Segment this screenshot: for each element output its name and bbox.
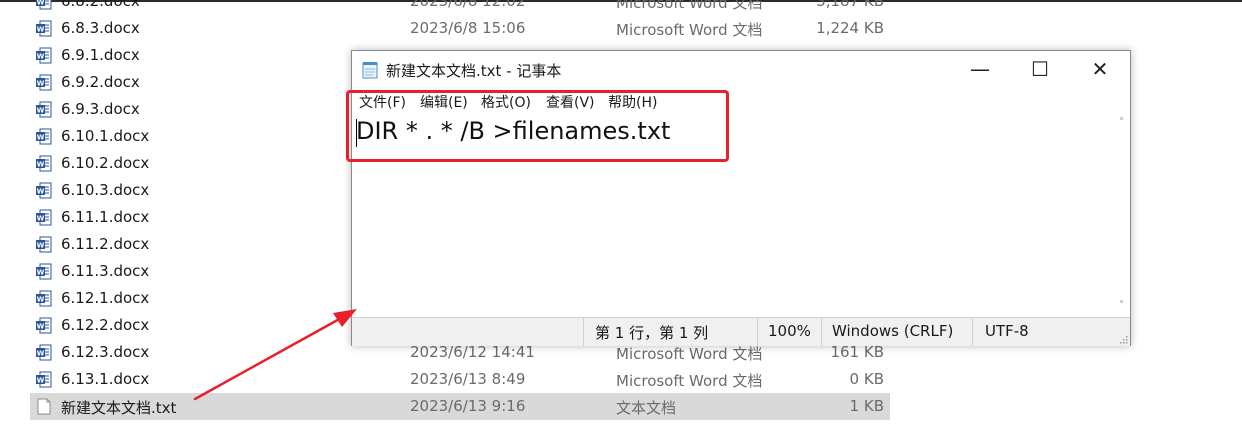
menu-edit[interactable]: 编辑(E) [420,92,468,112]
svg-text:W: W [37,241,45,249]
file-row[interactable]: W 6.8.3.docx 2023/6/8 15:06 Microsoft Word … [30,15,890,42]
svg-text:W: W [37,106,45,114]
file-size: 0 KB [849,370,884,388]
file-row[interactable]: W 6.8.2.docx 2023/6/8 12:02 Microsoft Word … [30,0,890,15]
file-name: 6.13.1.docx [61,370,150,388]
line-ending: Windows (CRLF) [832,322,954,340]
word-doc-icon: W [36,290,52,307]
svg-text:W: W [37,79,45,87]
svg-text:W: W [37,376,45,384]
word-doc-icon: W [36,317,52,334]
scroll-up-icon[interactable]: ˄ [1115,117,1128,130]
svg-text:W: W [37,25,45,33]
file-name: 6.11.3.docx [61,262,150,280]
file-size: 3,187 KB [816,0,884,10]
file-size: 1 KB [849,397,884,415]
svg-text:W: W [37,349,45,357]
file-name: 6.11.2.docx [61,235,150,253]
file-name: 6.9.3.docx [61,100,140,118]
notepad-icon [362,62,378,79]
file-type: Microsoft Word 文档 [616,21,763,39]
vertical-scrollbar[interactable]: ˄ ˅ [1113,113,1130,317]
menu-bar: 文件(F) 编辑(E) 格式(O) 查看(V) 帮助(H) [352,91,1130,113]
word-doc-icon: W [36,74,52,91]
maximize-button[interactable]: ☐ [1010,51,1070,89]
scroll-down-icon[interactable]: ˅ [1115,300,1128,313]
file-type: 文本文档 [616,399,677,417]
editor-content: DIR * . * /B >filenames.txt [356,117,671,145]
word-doc-icon: W [36,155,52,172]
word-doc-icon: W [36,344,52,361]
minimize-icon: — [970,57,990,81]
file-row[interactable]: 新建文本文档.txt 2023/6/13 9:16 文本文档 1 KB [30,393,890,420]
file-date: 2023/6/8 12:02 [410,0,526,10]
file-date: 2023/6/13 8:49 [410,370,526,388]
file-name: 6.12.2.docx [61,316,150,334]
file-type: Microsoft Word 文档 [616,0,763,12]
file-name: 6.8.2.docx [61,0,140,10]
menu-view[interactable]: 查看(V) [546,92,595,112]
file-row[interactable]: W 6.13.1.docx 2023/6/13 8:49 Microsoft Word… [30,366,890,393]
svg-text:W: W [37,322,45,330]
file-name: 6.10.1.docx [61,127,150,145]
status-divider [757,318,758,346]
zoom-level: 100% [768,322,811,340]
svg-text:W: W [37,295,45,303]
cursor-position: 第 1 行，第 1 列 [595,324,709,342]
status-divider [821,318,822,346]
menu-file[interactable]: 文件(F) [359,92,406,112]
file-name: 6.9.2.docx [61,73,140,91]
resize-grip-icon[interactable] [1118,334,1128,344]
word-doc-icon: W [36,182,52,199]
word-doc-icon: W [36,371,52,388]
maximize-icon: ☐ [1031,57,1049,81]
svg-text:W: W [37,52,45,60]
close-icon: ✕ [1091,57,1109,81]
file-name: 6.8.3.docx [61,19,140,37]
close-button[interactable]: ✕ [1070,51,1130,89]
file-name: 6.9.1.docx [61,46,140,64]
encoding: UTF-8 [985,322,1029,340]
window-title: 新建文本文档.txt - 记事本 [386,62,562,80]
file-name: 6.10.2.docx [61,154,150,172]
file-date: 2023/6/13 9:16 [410,397,526,415]
menu-format[interactable]: 格式(O) [481,92,531,112]
word-doc-icon: W [36,128,52,145]
file-name: 新建文本文档.txt [61,399,177,417]
status-divider [972,318,973,346]
file-name: 6.11.1.docx [61,208,150,226]
text-file-icon [37,398,51,415]
word-doc-icon: W [36,209,52,226]
status-divider [583,318,584,346]
svg-text:W: W [37,133,45,141]
word-doc-icon: W [36,47,52,64]
svg-text:W: W [37,187,45,195]
minimize-button[interactable]: — [950,51,1010,89]
file-size: 1,224 KB [816,19,884,37]
status-bar: 第 1 行，第 1 列 100% Windows (CRLF) UTF-8 [352,317,1130,346]
word-doc-icon: W [36,263,52,280]
text-editor[interactable]: DIR * . * /B >filenames.txt [352,113,1112,317]
word-doc-icon: W [36,20,52,37]
svg-text:W: W [37,268,45,276]
svg-text:W: W [37,0,45,6]
file-date: 2023/6/8 15:06 [410,19,526,37]
notepad-window: 新建文本文档.txt - 记事本 — ☐ ✕ 文件(F) 编辑(E) 格式(O)… [351,50,1131,346]
title-bar[interactable]: 新建文本文档.txt - 记事本 — ☐ ✕ [352,51,1130,89]
word-doc-icon: W [36,101,52,118]
file-type: Microsoft Word 文档 [616,372,763,390]
file-name: 6.12.3.docx [61,343,150,361]
file-name: 6.10.3.docx [61,181,150,199]
svg-text:W: W [37,214,45,222]
word-doc-icon: W [36,0,52,10]
svg-text:W: W [37,160,45,168]
menu-help[interactable]: 帮助(H) [608,92,657,112]
word-doc-icon: W [36,236,52,253]
file-name: 6.12.1.docx [61,289,150,307]
file-type: Microsoft Word 文档 [616,345,763,363]
